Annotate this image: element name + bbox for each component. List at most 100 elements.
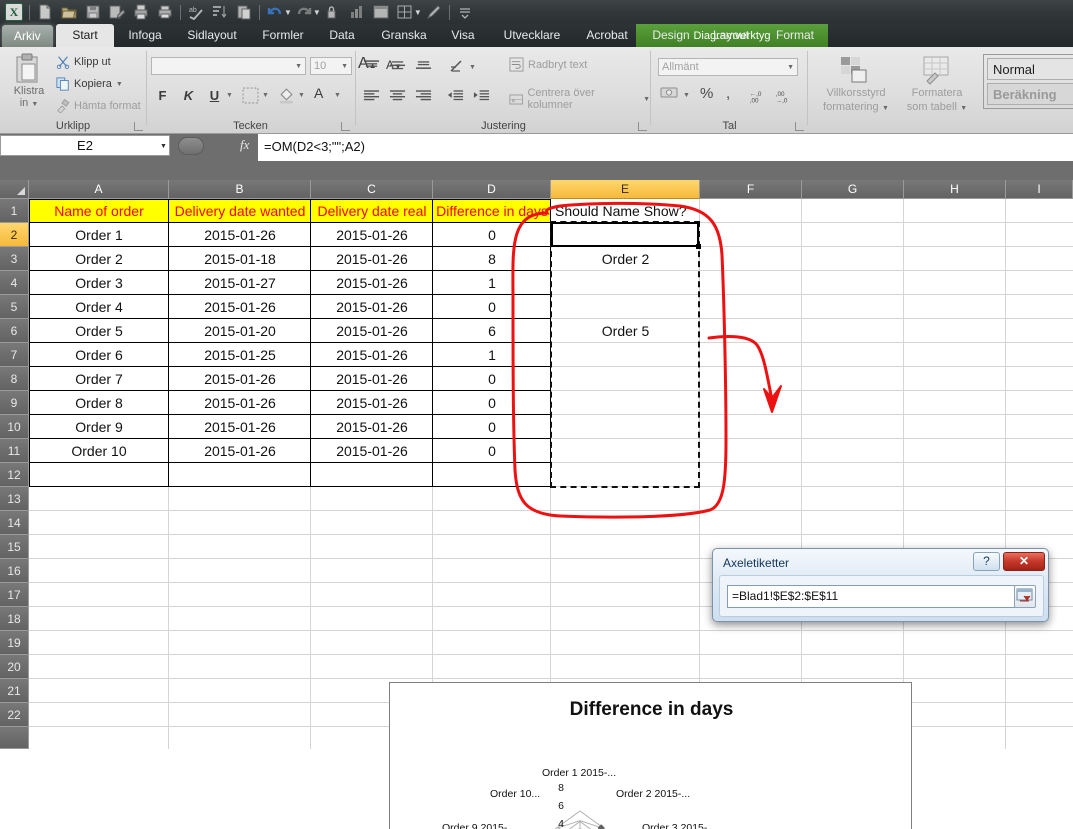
bold-button[interactable]: F <box>152 85 173 106</box>
cell-b8[interactable]: 2015-01-26 <box>169 367 311 391</box>
cell-d1[interactable]: Difference in days <box>433 199 551 223</box>
cell-c7[interactable]: 2015-01-26 <box>311 343 433 367</box>
cell-style-normal[interactable]: Normal <box>987 58 1073 80</box>
dialog-help-button[interactable]: ? <box>973 552 1000 571</box>
tab-granska[interactable]: Granska <box>372 24 436 47</box>
formula-bar-resize-handle[interactable] <box>178 137 204 155</box>
tecken-dialog-launcher[interactable] <box>341 122 350 131</box>
row-header-10[interactable]: 10 <box>0 415 29 439</box>
print-icon[interactable] <box>154 2 176 22</box>
ribbon[interactable]: Klistra in ▼ Klipp ut Kopiera ▼ Hämta fo… <box>0 47 1073 134</box>
col-header-f[interactable]: F <box>700 180 802 199</box>
row-header-21[interactable]: 21 <box>0 679 29 703</box>
row-header-14[interactable]: 14 <box>0 511 29 535</box>
cell-a5[interactable]: Order 4 <box>29 295 169 319</box>
select-all-corner[interactable] <box>0 180 29 199</box>
cell-a9[interactable]: Order 8 <box>29 391 169 415</box>
align-right-button[interactable] <box>415 89 432 106</box>
tab-infoga[interactable]: Infoga <box>118 24 172 47</box>
number-format-combo[interactable]: Allmänt ▼ <box>658 58 798 76</box>
row-header-8[interactable]: 8 <box>0 367 29 391</box>
row-header-7[interactable]: 7 <box>0 343 29 367</box>
cell-c8[interactable]: 2015-01-26 <box>311 367 433 391</box>
tab-utvecklare[interactable]: Utvecklare <box>492 24 572 47</box>
merge-center-button[interactable]: a Centrera över kolumner ▼ <box>509 87 650 111</box>
redo-icon[interactable] <box>293 2 315 22</box>
row-header-6[interactable]: 6 <box>0 319 29 343</box>
tab-layout[interactable]: Layout <box>704 24 758 47</box>
print-preview-icon[interactable] <box>130 2 152 22</box>
cell-d6[interactable]: 6 <box>433 319 551 343</box>
paste-dropdown-icon[interactable]: ▼ <box>31 101 38 108</box>
cell-d3[interactable]: 8 <box>433 247 551 271</box>
conditional-formatting-button[interactable]: Villkorsstyrd formatering ▼ <box>817 55 895 113</box>
cell-b6[interactable]: 2015-01-20 <box>169 319 311 343</box>
cell-d10[interactable]: 0 <box>433 415 551 439</box>
underline-dropdown-icon[interactable]: ▼ <box>226 92 233 99</box>
percent-style-button[interactable]: % <box>700 85 713 102</box>
chart-object[interactable]: Difference in days 8 6 4 Order 1 2015-..… <box>389 682 912 829</box>
axis-labels-dialog[interactable]: Axeletiketter ? ✕ =Blad1!$E$2:$E$11 <box>712 548 1049 622</box>
cell-e1[interactable]: Should Name Show? <box>552 199 701 223</box>
decrease-indent-button[interactable] <box>447 89 464 106</box>
save-as-icon[interactable] <box>106 2 128 22</box>
comma-style-button[interactable]: , <box>726 85 730 102</box>
cell-d4[interactable]: 1 <box>433 271 551 295</box>
row-header-16[interactable]: 16 <box>0 559 29 583</box>
orientation-dropdown-icon[interactable]: ▼ <box>469 64 476 71</box>
cell-a1[interactable]: Name of order <box>29 199 169 223</box>
increase-indent-button[interactable] <box>473 89 490 106</box>
range-picker-button[interactable] <box>1014 585 1036 608</box>
cell-a8[interactable]: Order 7 <box>29 367 169 391</box>
col-header-a[interactable]: A <box>29 180 169 199</box>
format-as-table-dropdown-icon[interactable]: ▼ <box>960 105 967 112</box>
cell-b4[interactable]: 2015-01-27 <box>169 271 311 295</box>
undo-icon[interactable] <box>264 2 286 22</box>
col-header-b[interactable]: B <box>169 180 311 199</box>
dialog-close-button[interactable]: ✕ <box>1003 552 1045 571</box>
selection-marquee[interactable] <box>550 221 700 488</box>
cell-b3[interactable]: 2015-01-18 <box>169 247 311 271</box>
tab-start[interactable]: Start <box>56 24 114 47</box>
spellcheck-icon[interactable]: ab <box>185 2 207 22</box>
cell-c3[interactable]: 2015-01-26 <box>311 247 433 271</box>
underline-button[interactable]: U <box>204 85 225 106</box>
tab-sidlayout[interactable]: Sidlayout <box>174 24 250 47</box>
col-header-g[interactable]: G <box>802 180 904 199</box>
row-header-17[interactable]: 17 <box>0 583 29 607</box>
tal-dialog-launcher[interactable] <box>795 122 804 131</box>
cell-b10[interactable]: 2015-01-26 <box>169 415 311 439</box>
align-top-button[interactable] <box>363 59 380 76</box>
orientation-button[interactable] <box>449 58 467 77</box>
font-color-button[interactable]: A <box>314 85 323 101</box>
tab-data[interactable]: Data <box>320 24 364 47</box>
col-header-c[interactable]: C <box>311 180 433 199</box>
axis-label-range-input[interactable]: =Blad1!$E$2:$E$11 <box>727 585 1015 608</box>
cell-b7[interactable]: 2015-01-25 <box>169 343 311 367</box>
col-header-e[interactable]: E <box>551 180 700 199</box>
tab-design[interactable]: Design <box>644 24 698 47</box>
increase-decimal-button[interactable]: ←,0,00 <box>748 89 766 108</box>
row-header-19[interactable]: 19 <box>0 631 29 655</box>
open-icon[interactable] <box>58 2 80 22</box>
formula-input[interactable]: =OM(D2<3;"";A2) <box>258 134 1073 161</box>
tab-formler[interactable]: Formler <box>252 24 314 47</box>
row-header-4[interactable]: 4 <box>0 271 29 295</box>
font-size-combo[interactable]: 10 ▼ <box>310 57 352 75</box>
active-cell-outline[interactable] <box>551 222 699 247</box>
fill-handle[interactable] <box>696 244 701 249</box>
cell-c1[interactable]: Delivery date real <box>311 199 433 223</box>
new-icon[interactable] <box>34 2 56 22</box>
cell-b11[interactable]: 2015-01-26 <box>169 439 311 463</box>
tab-visa[interactable]: Visa <box>442 24 484 47</box>
borders-dropdown-icon[interactable]: ▼ <box>262 92 269 99</box>
ribbon-tabstrip[interactable]: Diagramverktyg Arkiv Start Infoga Sidlay… <box>0 24 1073 71</box>
cell-a4[interactable]: Order 3 <box>29 271 169 295</box>
cell-b5[interactable]: 2015-01-26 <box>169 295 311 319</box>
paste-icon[interactable] <box>233 2 255 22</box>
row-header-23[interactable] <box>0 727 29 749</box>
tab-acrobat[interactable]: Acrobat <box>578 24 636 47</box>
format-painter-button[interactable]: Hämta format <box>56 99 141 113</box>
name-box-dropdown-icon[interactable]: ▼ <box>160 143 167 150</box>
row-header-9[interactable]: 9 <box>0 391 29 415</box>
